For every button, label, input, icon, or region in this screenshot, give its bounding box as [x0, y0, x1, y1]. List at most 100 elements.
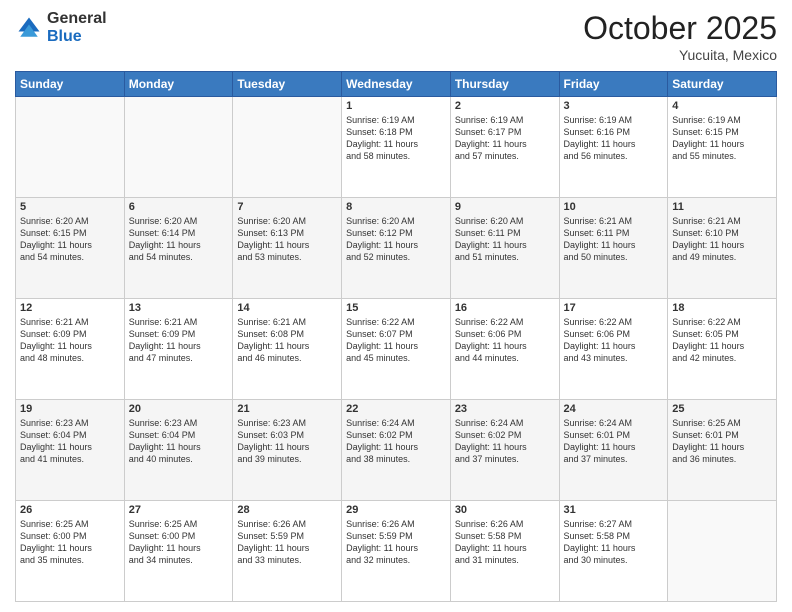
logo-icon	[15, 14, 43, 42]
col-friday: Friday	[559, 72, 668, 97]
table-row: 26Sunrise: 6:25 AM Sunset: 6:00 PM Dayli…	[16, 501, 125, 602]
day-number: 24	[564, 403, 664, 415]
day-number: 27	[129, 504, 229, 516]
day-info: Sunrise: 6:21 AM Sunset: 6:08 PM Dayligh…	[237, 316, 337, 365]
day-info: Sunrise: 6:22 AM Sunset: 6:05 PM Dayligh…	[672, 316, 772, 365]
table-row: 16 Sunrise: 6:22 AM Sunset: 6:06 PM Dayli…	[450, 299, 559, 400]
header-row: Sunday Monday Tuesday Wednesday Thursday…	[16, 72, 777, 97]
location: Yucuita, Mexico	[583, 47, 777, 63]
day-number: 3	[564, 100, 664, 112]
table-row: 14 Sunrise: 6:21 AM Sunset: 6:08 PM Dayli…	[233, 299, 342, 400]
day-info: Sunrise: 6:24 AM Sunset: 6:02 PM Dayligh…	[455, 417, 555, 466]
calendar-header: Sunday Monday Tuesday Wednesday Thursday…	[16, 72, 777, 97]
day-number: 29	[346, 504, 446, 516]
table-row: 3 Sunrise: 6:19 AM Sunset: 6:16 PM Daylig…	[559, 97, 668, 198]
day-info: Sunrise: 6:20 AM Sunset: 6:11 PM Dayligh…	[455, 215, 555, 264]
table-row	[233, 97, 342, 198]
table-row: 11Sunrise: 6:21 AM Sunset: 6:10 PM Dayli…	[668, 198, 777, 299]
table-row: 29 Sunrise: 6:26 AM Sunset: 5:59 PM Dayli…	[342, 501, 451, 602]
day-number: 17	[564, 302, 664, 314]
col-sunday: Sunday	[16, 72, 125, 97]
logo: General Blue	[15, 10, 107, 45]
logo-general: General	[47, 10, 107, 28]
day-info: Sunrise: 6:22 AM Sunset: 6:07 PM Dayligh…	[346, 316, 446, 365]
day-number: 5	[20, 201, 120, 213]
day-number: 4	[672, 100, 772, 112]
day-info: Sunrise: 6:20 AM Sunset: 6:13 PM Dayligh…	[237, 215, 337, 264]
day-info: Sunrise: 6:19 AM Sunset: 6:18 PM Dayligh…	[346, 114, 446, 163]
day-info: Sunrise: 6:24 AM Sunset: 6:01 PM Dayligh…	[564, 417, 664, 466]
day-info: Sunrise: 6:23 AM Sunset: 6:04 PM Dayligh…	[129, 417, 229, 466]
title-section: October 2025 Yucuita, Mexico	[583, 10, 777, 63]
table-row	[668, 501, 777, 602]
table-row: 30Sunrise: 6:26 AM Sunset: 5:58 PM Dayli…	[450, 501, 559, 602]
day-info: Sunrise: 6:25 AM Sunset: 6:00 PM Dayligh…	[20, 518, 120, 567]
table-row: 15Sunrise: 6:22 AM Sunset: 6:07 PM Dayli…	[342, 299, 451, 400]
day-info: Sunrise: 6:20 AM Sunset: 6:12 PM Dayligh…	[346, 215, 446, 264]
day-info: Sunrise: 6:20 AM Sunset: 6:14 PM Dayligh…	[129, 215, 229, 264]
calendar-week-row: 5 Sunrise: 6:20 AM Sunset: 6:15 PM Daylig…	[16, 198, 777, 299]
table-row: 17Sunrise: 6:22 AM Sunset: 6:06 PM Dayli…	[559, 299, 668, 400]
table-row: 31Sunrise: 6:27 AM Sunset: 5:58 PM Dayli…	[559, 501, 668, 602]
day-number: 20	[129, 403, 229, 415]
day-number: 13	[129, 302, 229, 314]
day-info: Sunrise: 6:25 AM Sunset: 6:01 PM Dayligh…	[672, 417, 772, 466]
table-row: 6 Sunrise: 6:20 AM Sunset: 6:14 PM Daylig…	[124, 198, 233, 299]
day-number: 18	[672, 302, 772, 314]
day-info: Sunrise: 6:20 AM Sunset: 6:15 PM Dayligh…	[20, 215, 120, 264]
day-number: 16	[455, 302, 555, 314]
table-row: 25 Sunrise: 6:25 AM Sunset: 6:01 PM Dayli…	[668, 400, 777, 501]
day-info: Sunrise: 6:19 AM Sunset: 6:16 PM Dayligh…	[564, 114, 664, 163]
col-wednesday: Wednesday	[342, 72, 451, 97]
table-row: 19Sunrise: 6:23 AM Sunset: 6:04 PM Dayli…	[16, 400, 125, 501]
day-number: 11	[672, 201, 772, 213]
col-thursday: Thursday	[450, 72, 559, 97]
day-info: Sunrise: 6:26 AM Sunset: 5:59 PM Dayligh…	[346, 518, 446, 567]
table-row: 18 Sunrise: 6:22 AM Sunset: 6:05 PM Dayli…	[668, 299, 777, 400]
day-info: Sunrise: 6:23 AM Sunset: 6:03 PM Dayligh…	[237, 417, 337, 466]
calendar-week-row: 12Sunrise: 6:21 AM Sunset: 6:09 PM Dayli…	[16, 299, 777, 400]
day-number: 8	[346, 201, 446, 213]
table-row	[16, 97, 125, 198]
table-row: 22Sunrise: 6:24 AM Sunset: 6:02 PM Dayli…	[342, 400, 451, 501]
table-row: 4 Sunrise: 6:19 AM Sunset: 6:15 PM Daylig…	[668, 97, 777, 198]
table-row: 1 Sunrise: 6:19 AM Sunset: 6:18 PM Daylig…	[342, 97, 451, 198]
calendar-body: 1 Sunrise: 6:19 AM Sunset: 6:18 PM Daylig…	[16, 97, 777, 602]
day-info: Sunrise: 6:19 AM Sunset: 6:17 PM Dayligh…	[455, 114, 555, 163]
day-number: 23	[455, 403, 555, 415]
day-info: Sunrise: 6:24 AM Sunset: 6:02 PM Dayligh…	[346, 417, 446, 466]
day-info: Sunrise: 6:21 AM Sunset: 6:11 PM Dayligh…	[564, 215, 664, 264]
day-number: 1	[346, 100, 446, 112]
calendar-week-row: 1 Sunrise: 6:19 AM Sunset: 6:18 PM Daylig…	[16, 97, 777, 198]
table-row: 13 Sunrise: 6:21 AM Sunset: 6:09 PM Dayli…	[124, 299, 233, 400]
day-number: 2	[455, 100, 555, 112]
day-info: Sunrise: 6:19 AM Sunset: 6:15 PM Dayligh…	[672, 114, 772, 163]
day-number: 25	[672, 403, 772, 415]
day-number: 30	[455, 504, 555, 516]
day-number: 7	[237, 201, 337, 213]
page: General Blue October 2025 Yucuita, Mexic…	[0, 0, 792, 612]
day-number: 21	[237, 403, 337, 415]
day-number: 14	[237, 302, 337, 314]
header: General Blue October 2025 Yucuita, Mexic…	[15, 10, 777, 63]
day-number: 19	[20, 403, 120, 415]
day-number: 28	[237, 504, 337, 516]
day-info: Sunrise: 6:22 AM Sunset: 6:06 PM Dayligh…	[455, 316, 555, 365]
col-monday: Monday	[124, 72, 233, 97]
table-row	[124, 97, 233, 198]
table-row: 9Sunrise: 6:20 AM Sunset: 6:11 PM Daylig…	[450, 198, 559, 299]
calendar-table: Sunday Monday Tuesday Wednesday Thursday…	[15, 71, 777, 602]
logo-text: General Blue	[47, 10, 107, 45]
day-number: 10	[564, 201, 664, 213]
col-saturday: Saturday	[668, 72, 777, 97]
table-row: 7 Sunrise: 6:20 AM Sunset: 6:13 PM Daylig…	[233, 198, 342, 299]
day-info: Sunrise: 6:27 AM Sunset: 5:58 PM Dayligh…	[564, 518, 664, 567]
table-row: 21 Sunrise: 6:23 AM Sunset: 6:03 PM Dayli…	[233, 400, 342, 501]
table-row: 10 Sunrise: 6:21 AM Sunset: 6:11 PM Dayli…	[559, 198, 668, 299]
day-info: Sunrise: 6:21 AM Sunset: 6:09 PM Dayligh…	[129, 316, 229, 365]
day-number: 6	[129, 201, 229, 213]
table-row: 23 Sunrise: 6:24 AM Sunset: 6:02 PM Dayli…	[450, 400, 559, 501]
day-info: Sunrise: 6:26 AM Sunset: 5:59 PM Dayligh…	[237, 518, 337, 567]
logo-blue: Blue	[47, 28, 107, 46]
month-title: October 2025	[583, 10, 777, 47]
